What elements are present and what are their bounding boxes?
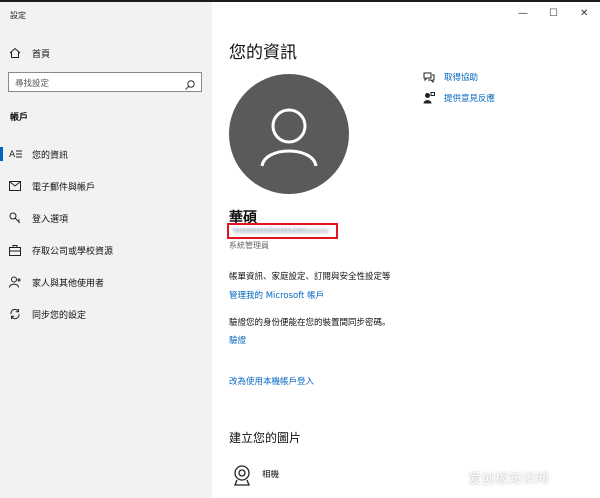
main-content: — ☐ ✕ 您的資訊 華碩 xxxxxxxxxx@xxxxx.com 系統管理員…: [212, 2, 600, 498]
watermark-text: 爱创根知识网: [468, 472, 550, 487]
search-icon[interactable]: [184, 76, 196, 90]
maximize-button[interactable]: ☐: [549, 8, 558, 19]
sidebar-item-your-info[interactable]: A 您的資訊: [0, 141, 212, 167]
section-title: 帳戶: [10, 113, 29, 123]
minimize-button[interactable]: —: [518, 8, 528, 19]
sidebar-item-label: 您的資訊: [32, 150, 69, 161]
local-account-link[interactable]: 改為使用本機帳戶登入: [229, 375, 314, 387]
camera-icon[interactable]: [231, 464, 253, 486]
search-input[interactable]: 尋找設定: [8, 72, 202, 92]
sidebar-home[interactable]: 首頁: [0, 40, 212, 66]
mail-icon: [8, 179, 22, 193]
feedback-icon: [422, 91, 436, 105]
feedback-link[interactable]: 提供意見反應: [444, 92, 495, 104]
sidebar-item-label: 電子郵件與帳戶: [32, 182, 96, 193]
verify-description: 驗證您的身份便能在您的裝置間同步密碼。: [229, 318, 391, 328]
chat-help-icon: [422, 70, 436, 84]
verify-link[interactable]: 驗證: [229, 334, 246, 346]
avatar[interactable]: [229, 74, 349, 194]
sidebar-item-sync-settings[interactable]: 同步您的設定: [0, 301, 212, 327]
home-icon: [8, 46, 22, 60]
sidebar-item-family-users[interactable]: 家人與其他使用者: [0, 269, 212, 295]
billing-description: 帳單資訊、家庭設定、訂閱與安全性設定等: [229, 272, 391, 282]
picture-heading: 建立您的圖片: [229, 431, 302, 445]
briefcase-icon: [8, 243, 22, 257]
sidebar-item-work-school[interactable]: 存取公司或學校資源: [0, 237, 212, 263]
sidebar-item-label: 存取公司或學校資源: [32, 246, 114, 257]
user-role: 系統管理員: [229, 241, 269, 250]
get-help-link[interactable]: 取得協助: [444, 71, 478, 83]
email-highlight-box: xxxxxxxxxx@xxxxx.com: [227, 223, 338, 239]
feedback-item[interactable]: 提供意見反應: [422, 91, 495, 105]
sidebar-item-sign-in-options[interactable]: 登入選項: [0, 205, 212, 231]
sync-icon: [8, 307, 22, 321]
close-button[interactable]: ✕: [580, 8, 588, 19]
sidebar: 設定 首頁 尋找設定 帳戶 A 您的資訊 電子郵件與帳戶 登入選項 存取公司或學…: [0, 2, 212, 498]
search-placeholder: 尋找設定: [15, 79, 50, 89]
manage-account-link[interactable]: 管理我的 Microsoft 帳戶: [229, 289, 324, 301]
page-title: 您的資訊: [229, 43, 297, 63]
sidebar-item-email-accounts[interactable]: 電子郵件與帳戶: [0, 173, 212, 199]
sidebar-item-label: 登入選項: [32, 214, 69, 225]
person-add-icon: [8, 275, 22, 289]
camera-label[interactable]: 相機: [262, 468, 279, 480]
svg-text:A: A: [9, 150, 16, 160]
key-icon: [8, 211, 22, 225]
person-silhouette-icon: [260, 108, 318, 167]
email-address: xxxxxxxxxx@xxxxx.com: [232, 226, 306, 233]
window-title: 設定: [10, 11, 26, 20]
get-help-item[interactable]: 取得協助: [422, 70, 478, 84]
user-card-icon: A: [8, 147, 22, 161]
sidebar-item-label: 家人與其他使用者: [32, 278, 105, 289]
sidebar-item-label: 同步您的設定: [32, 310, 87, 321]
home-label: 首頁: [32, 49, 51, 60]
